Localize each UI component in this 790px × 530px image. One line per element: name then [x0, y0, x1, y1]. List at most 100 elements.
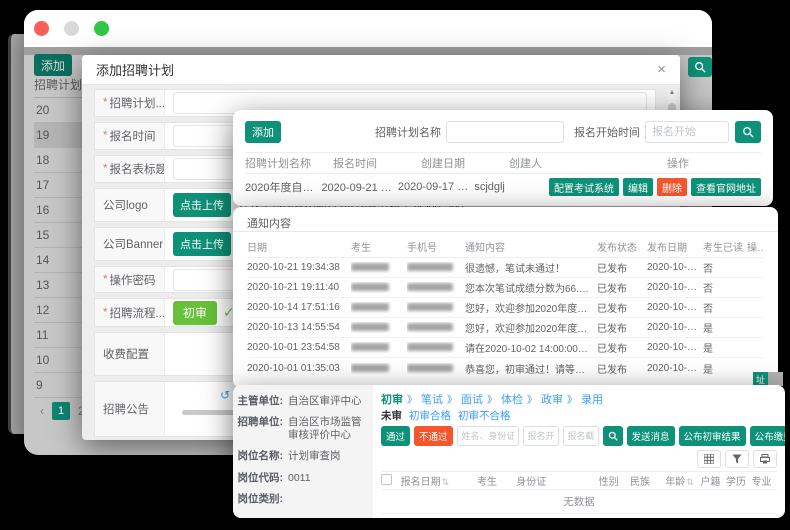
table-tools: [381, 450, 777, 468]
modal-title: 添加招聘计划: [96, 60, 174, 79]
created-date-cell: 2020-09-17 13:58:35: [398, 181, 474, 193]
column-header: 日期: [247, 239, 351, 254]
column-header: 通知内容: [465, 239, 597, 254]
signup-end-input[interactable]: [563, 426, 599, 446]
phone-cell-redacted: [407, 302, 465, 313]
search-icon: [608, 431, 618, 441]
publish-date-cell: 2020-10-13 ...: [647, 322, 703, 333]
required-asterisk: *: [103, 97, 107, 109]
content-cell: 请在2020-10-02 14:00:00到2020-10-...: [465, 340, 597, 355]
empty-table-message: 无数据: [381, 490, 777, 514]
prev-page-icon[interactable]: ‹: [40, 404, 44, 418]
publish-result-button[interactable]: 公布初审结果: [679, 426, 746, 446]
search-button[interactable]: [688, 57, 712, 77]
tab-written-exam[interactable]: 笔试: [421, 391, 443, 407]
page-1-button[interactable]: 1: [52, 402, 70, 420]
minimize-traffic-light[interactable]: [64, 21, 79, 36]
info-row: 岗位类别:: [237, 493, 367, 506]
candidate-cell-redacted: [351, 282, 407, 293]
plan-name-filter-input[interactable]: [446, 121, 564, 143]
field-label: 公司Banner: [103, 236, 163, 252]
candidate-cell-redacted: [351, 302, 407, 313]
filter-button[interactable]: [725, 450, 749, 468]
filter-unreviewed[interactable]: 未审: [381, 408, 402, 423]
column-header: 民族: [630, 473, 665, 488]
phone-cell-redacted: [407, 282, 465, 293]
content-cell: 您好，欢迎参加2020年度自治区市场...: [465, 320, 597, 335]
content-cell: 很遗憾，笔试未通过！: [465, 260, 597, 275]
table-row: 2020-10-14 17:51:16 您好，欢迎参加2020年度自治区市场..…: [247, 298, 764, 318]
start-time-filter-label: 报名开始时间: [574, 124, 640, 140]
read-cell: 否: [703, 300, 747, 315]
candidate-cell-redacted: [351, 342, 407, 353]
read-cell: 是: [703, 340, 747, 355]
column-header: 报名时间: [333, 155, 421, 171]
search-icon: [742, 126, 754, 138]
scroll-up-icon[interactable]: ▲: [668, 89, 676, 96]
notice-table-header: 日期 考生 手机号 通知内容 发布状态 发布日期 考生已读 操作: [247, 236, 764, 258]
funnel-icon: [732, 454, 742, 464]
search-icon: [694, 61, 706, 73]
search-button[interactable]: [735, 121, 761, 143]
undo-icon[interactable]: ↺: [216, 386, 235, 404]
publish-date-cell: 2020-10-01 ...: [647, 342, 703, 353]
delete-button[interactable]: 删除: [657, 178, 687, 196]
plan-name-cell: 2020年度自治区市场监...: [245, 179, 321, 195]
flow-step-first-review[interactable]: 初审: [173, 301, 217, 325]
required-asterisk: *: [103, 130, 107, 142]
read-cell: 否: [703, 280, 747, 295]
filter-passed[interactable]: 初审合格: [409, 408, 451, 423]
configure-exam-button[interactable]: 配置考试系统: [549, 178, 619, 196]
tab-hired[interactable]: 录用: [581, 391, 603, 407]
creator-cell: scjdglj: [474, 181, 549, 193]
signup-start-input[interactable]: [523, 426, 559, 446]
tab-political-review[interactable]: 政审: [541, 391, 563, 407]
send-message-button[interactable]: 发送消息: [627, 426, 675, 446]
add-plan-button[interactable]: 添加: [245, 121, 281, 143]
view-site-button[interactable]: 查看官网地址: [691, 178, 761, 196]
candidates-table-header: 报名日期⇅ 考生 身份证 性别 民族 年龄⇅ 户籍 学历 专业: [381, 471, 777, 490]
tab-physical-exam[interactable]: 体检: [501, 391, 523, 407]
tab-first-review[interactable]: 初审: [381, 391, 403, 407]
info-row: 岗位代码: 0011: [237, 472, 367, 485]
maximize-traffic-light[interactable]: [94, 21, 109, 36]
column-header: 学历: [726, 473, 751, 488]
field-label: 招聘流程...: [109, 305, 165, 321]
date-cell: 2020-10-01 01:35:03: [247, 363, 351, 374]
info-label: 岗位类别:: [237, 493, 283, 506]
date-cell: 2020-10-14 17:51:16: [247, 302, 351, 313]
close-icon[interactable]: ×: [657, 62, 666, 77]
keyword-input[interactable]: [457, 426, 519, 446]
column-header: 发布日期: [647, 239, 703, 254]
publish-fee-button[interactable]: 公布缴费通知: [750, 426, 785, 446]
fail-button[interactable]: 不通过: [414, 426, 453, 446]
checkbox[interactable]: [381, 474, 392, 485]
required-asterisk: *: [103, 163, 107, 175]
column-settings-button[interactable]: [697, 450, 721, 468]
info-row: 主管单位: 自治区审评中心: [237, 395, 367, 408]
filter-failed[interactable]: 初审不合格: [458, 408, 511, 423]
pass-button[interactable]: 通过: [381, 426, 410, 446]
tab-interview[interactable]: 面试: [461, 391, 483, 407]
column-header: 考生: [351, 239, 407, 254]
column-header: 报名日期⇅: [401, 473, 477, 488]
column-header: 年龄⇅: [665, 473, 700, 488]
candidate-cell-redacted: [351, 322, 407, 333]
phone-cell-redacted: [407, 363, 465, 374]
edit-button[interactable]: 编辑: [623, 178, 653, 196]
field-label: 报名表标题: [109, 161, 165, 177]
sort-icon[interactable]: ⇅: [442, 477, 450, 487]
column-header: 操作: [595, 155, 761, 171]
upload-banner-button[interactable]: 点击上传: [173, 232, 231, 256]
start-time-filter-input[interactable]: [645, 121, 729, 143]
review-panel: 主管单位: 自治区审评中心 招聘单位: 自治区市场监管审核评价中心 岗位名称: …: [233, 385, 785, 518]
recruit-steps-breadcrumb: 初审 》 笔试 》 面试 》 体检 》 政审 》 录用: [381, 391, 777, 406]
close-traffic-light[interactable]: [34, 21, 49, 36]
upload-logo-button[interactable]: 点击上传: [173, 193, 231, 217]
print-button[interactable]: [753, 450, 777, 468]
read-cell: 是: [703, 361, 747, 376]
search-button[interactable]: [603, 426, 623, 446]
sort-icon[interactable]: ⇅: [686, 477, 694, 487]
notice-panel-title: 通知内容: [247, 215, 764, 231]
modal-header: 添加招聘计划 ×: [82, 55, 680, 85]
